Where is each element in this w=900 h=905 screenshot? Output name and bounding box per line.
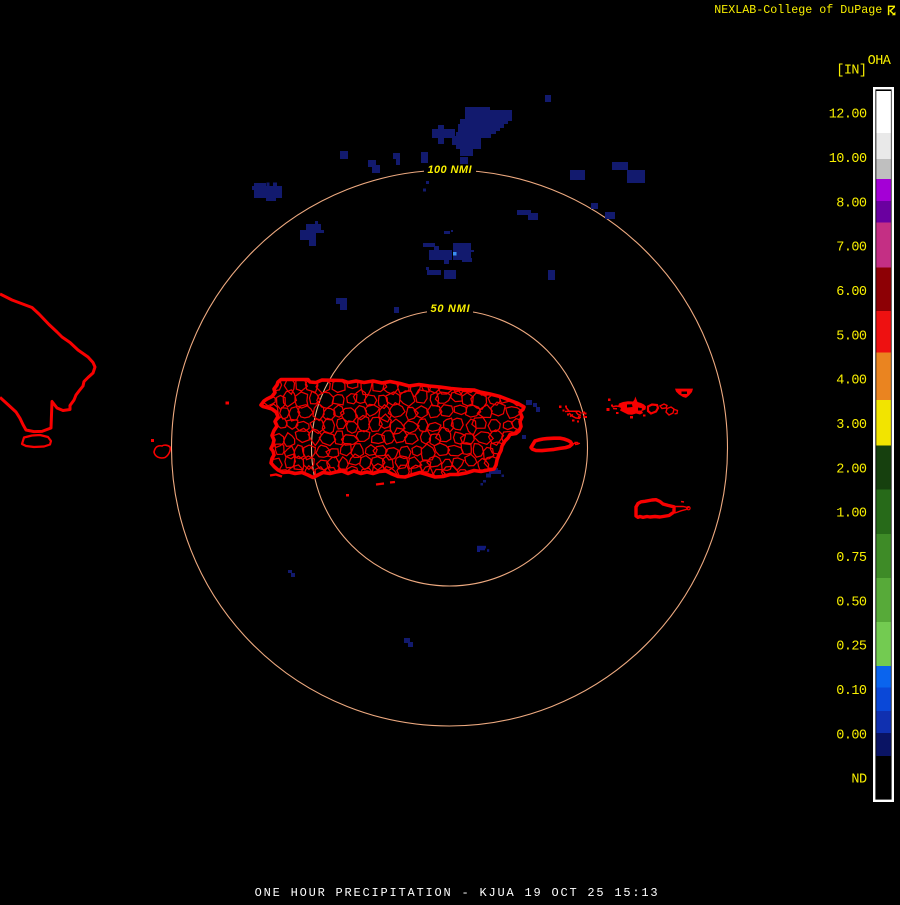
svg-text:0.25: 0.25 (836, 640, 867, 655)
svg-text:7.00: 7.00 (836, 241, 867, 256)
svg-text:ONE HOUR PRECIPITATION - KJUA: ONE HOUR PRECIPITATION - KJUA 19 OCT 25 … (255, 886, 658, 900)
svg-text:4.00: 4.00 (836, 374, 867, 389)
svg-text:ND: ND (851, 773, 867, 788)
svg-text:0.10: 0.10 (836, 684, 867, 699)
svg-text:OHA: OHA (868, 54, 892, 69)
svg-text:100 NMI: 100 NMI (428, 164, 473, 176)
svg-text:NEXLAB-College of DuPage: NEXLAB-College of DuPage (714, 3, 882, 17)
svg-text:50 NMI: 50 NMI (431, 303, 471, 315)
svg-text:5.00: 5.00 (836, 329, 867, 344)
svg-text:10.00: 10.00 (829, 152, 867, 167)
svg-text:8.00: 8.00 (836, 196, 867, 211)
svg-text:0.75: 0.75 (836, 551, 867, 566)
svg-text:0.50: 0.50 (836, 595, 867, 610)
svg-text:2.00: 2.00 (836, 462, 867, 477)
svg-text:6.00: 6.00 (836, 285, 867, 300)
svg-text:12.00: 12.00 (829, 108, 867, 123)
svg-text:3.00: 3.00 (836, 418, 867, 433)
svg-text:1.00: 1.00 (836, 507, 867, 522)
svg-text:[IN]: [IN] (836, 64, 866, 79)
svg-text:0.00: 0.00 (836, 728, 867, 743)
